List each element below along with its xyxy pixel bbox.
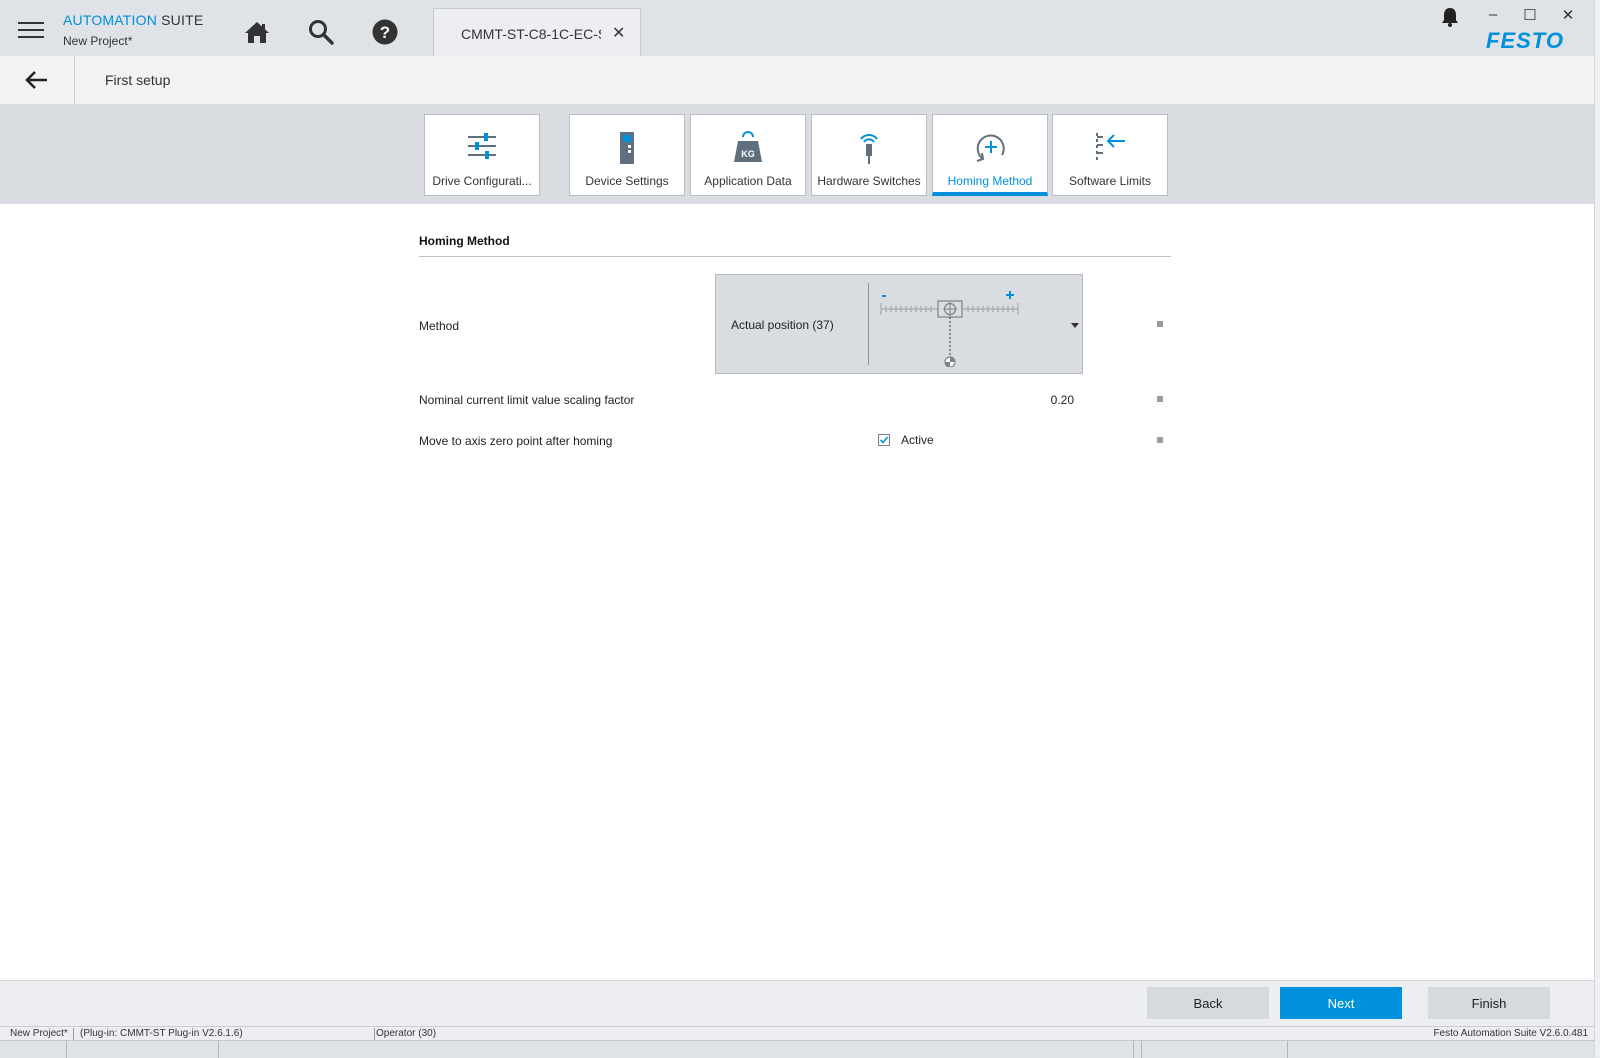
status-version: Festo Automation Suite V2.6.0.481 [1433,1028,1588,1039]
status-divider [374,1028,375,1040]
hamburger-menu-icon[interactable] [18,22,44,38]
notifications-bell-icon[interactable] [1440,6,1460,33]
homing-diagram-icon [880,291,1019,367]
step-hardware-switches[interactable]: Hardware Switches [811,114,927,196]
step-label: Drive Configurati... [432,174,532,188]
back-button[interactable]: Back [1147,987,1269,1019]
app-window: AUTOMATION SUITE New Project* ? CMMT-ST-… [0,0,1594,1058]
active-checkbox-label: Active [901,433,934,447]
status-plugin: (Plug-in: CMMT-ST Plug-in V2.6.1.6) [80,1028,243,1039]
dropdown-separator [868,283,869,365]
page-title: First setup [105,72,171,88]
step-drive-configuration[interactable]: Drive Configurati... [424,114,540,196]
weight-kg-icon: KG [691,131,805,165]
parameter-status-indicator [1157,437,1163,443]
festo-logo: FESTO [1486,28,1564,53]
help-icon[interactable]: ? [369,16,401,48]
step-label: Software Limits [1068,174,1152,188]
status-project: New Project* [10,1028,68,1039]
step-label: Device Settings [585,174,669,188]
parameter-status-indicator [1157,396,1163,402]
search-icon[interactable] [305,16,337,48]
svg-text:KG: KG [741,149,755,159]
svg-text:?: ? [380,23,390,42]
app-brand: AUTOMATION SUITE [63,12,204,28]
step-label: Homing Method [947,174,1033,188]
project-name: New Project* [63,34,133,48]
status-operator: Operator (30) [376,1028,437,1039]
section-divider [419,256,1171,257]
close-tab-icon[interactable]: ✕ [612,23,625,43]
wizard-footer: Back Next Finish [0,980,1594,1027]
status-divider [73,1028,74,1040]
device-icon [570,131,684,165]
method-label: Method [419,319,460,333]
minimize-button[interactable]: – [1481,6,1505,23]
step-homing-method[interactable]: Homing Method [932,114,1048,196]
section-title: Homing Method [419,234,510,248]
wizard-steps: Drive Configurati... Device Settings KG … [0,104,1594,204]
parameter-status-indicator [1157,321,1163,327]
home-icon[interactable] [241,16,273,48]
status-bar: New Project* (Plug-in: CMMT-ST Plug-in V… [0,1026,1594,1041]
method-value: Actual position (37) [731,318,834,332]
step-software-limits[interactable]: Software Limits [1052,114,1168,196]
title-bar: AUTOMATION SUITE New Project* ? CMMT-ST-… [0,0,1594,57]
zero-point-label: Move to axis zero point after homing [419,434,613,448]
sensor-switch-icon [812,131,926,165]
step-label: Hardware Switches [817,174,921,188]
document-tab-label: CMMT-ST-C8-1C-EC-S [461,26,601,42]
method-dropdown[interactable]: Actual position (37) [715,274,1083,374]
back-arrow-icon[interactable] [0,56,75,104]
homing-icon [933,131,1047,165]
window-edge [1594,0,1600,1057]
chevron-down-icon[interactable] [1071,323,1079,328]
active-checkbox[interactable] [878,434,890,446]
breadcrumb-bar: First setup [0,56,1594,105]
step-device-settings[interactable]: Device Settings [569,114,685,196]
finish-button[interactable]: Finish [1428,987,1550,1019]
scaling-factor-label: Nominal current limit value scaling fact… [419,393,635,407]
next-button[interactable]: Next [1280,987,1402,1019]
bottom-panel-strip [0,1040,1594,1058]
maximize-button[interactable]: ☐ [1518,6,1542,24]
step-application-data[interactable]: KG Application Data [690,114,806,196]
sliders-icon [425,131,539,165]
close-window-button[interactable]: ✕ [1556,6,1580,24]
scaling-factor-value[interactable]: 0.20 [1040,393,1074,407]
step-label: Application Data [704,174,792,188]
document-tab[interactable]: CMMT-ST-C8-1C-EC-S ✕ [433,8,641,56]
software-limits-icon [1053,131,1167,165]
checkmark-icon [879,436,889,444]
